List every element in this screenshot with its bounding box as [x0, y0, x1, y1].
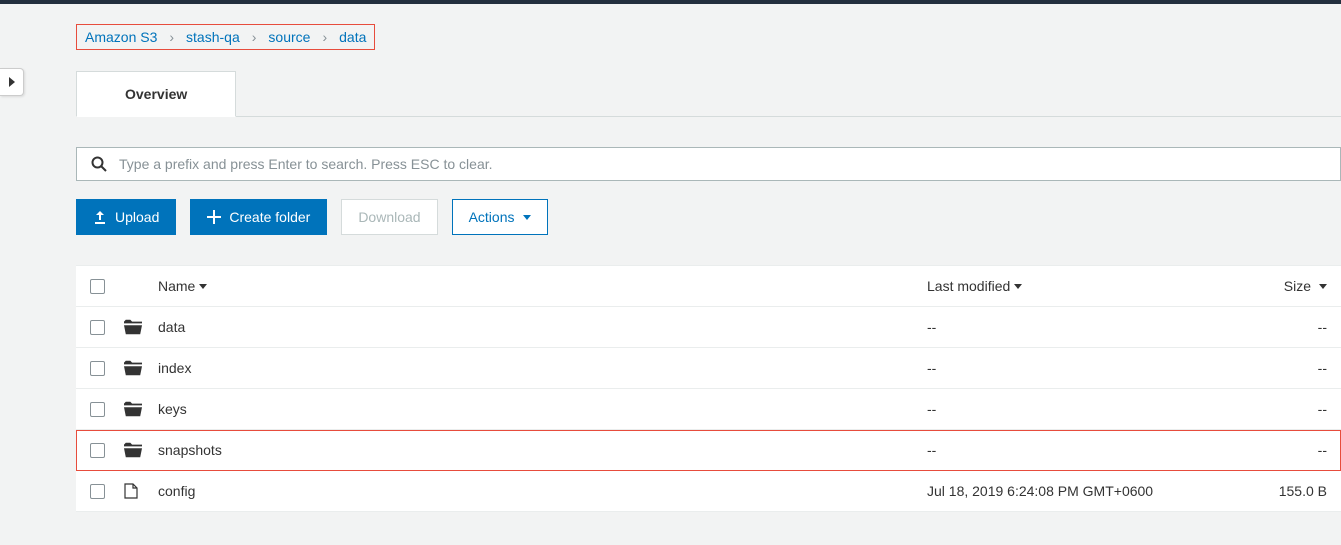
object-name[interactable]: keys	[158, 401, 187, 417]
plus-icon	[207, 210, 221, 224]
table-row[interactable]: config Jul 18, 2019 6:24:08 PM GMT+060015…	[76, 471, 1341, 512]
create-folder-button[interactable]: Create folder	[190, 199, 327, 235]
actions-label: Actions	[469, 209, 515, 225]
search-bar[interactable]	[76, 147, 1341, 181]
chevron-right-icon: ›	[322, 29, 327, 45]
size-cell: 155.0 B	[1247, 483, 1327, 499]
table-header: Name Last modified Size	[76, 265, 1341, 307]
chevron-right-icon: ›	[252, 29, 257, 45]
breadcrumb: Amazon S3 › stash-qa › source › data	[76, 24, 375, 50]
search-icon	[91, 156, 107, 172]
object-name[interactable]: snapshots	[158, 442, 222, 458]
table-row[interactable]: data ----	[76, 307, 1341, 348]
last-modified-cell: --	[927, 319, 1247, 335]
search-input[interactable]	[119, 156, 1326, 172]
file-icon	[124, 483, 158, 499]
caret-right-icon	[9, 77, 15, 87]
column-last-modified[interactable]: Last modified	[927, 278, 1247, 294]
chevron-down-icon	[523, 215, 531, 220]
breadcrumb-folder[interactable]: source	[268, 29, 310, 45]
size-cell: --	[1247, 360, 1327, 376]
download-button: Download	[341, 199, 437, 235]
sidebar-toggle[interactable]	[0, 68, 24, 96]
size-cell: --	[1247, 319, 1327, 335]
size-cell: --	[1247, 401, 1327, 417]
breadcrumb-root[interactable]: Amazon S3	[85, 29, 157, 45]
object-name[interactable]: config	[158, 483, 195, 499]
object-table: Name Last modified Size data----index---…	[76, 265, 1341, 512]
object-name[interactable]: index	[158, 360, 191, 376]
breadcrumb-current[interactable]: data	[339, 29, 366, 45]
table-row[interactable]: index ----	[76, 348, 1341, 389]
folder-icon	[124, 401, 158, 417]
tab-overview[interactable]: Overview	[76, 71, 236, 117]
last-modified-cell: Jul 18, 2019 6:24:08 PM GMT+0600	[927, 483, 1247, 499]
sort-icon	[199, 284, 207, 289]
download-label: Download	[358, 209, 420, 225]
row-checkbox[interactable]	[90, 484, 105, 499]
upload-button[interactable]: Upload	[76, 199, 176, 235]
create-folder-label: Create folder	[229, 209, 310, 225]
table-row[interactable]: keys ----	[76, 389, 1341, 430]
folder-icon	[124, 442, 158, 458]
folder-icon	[124, 319, 158, 335]
row-checkbox[interactable]	[90, 320, 105, 335]
size-cell: --	[1247, 442, 1327, 458]
column-size[interactable]: Size	[1247, 278, 1327, 294]
row-checkbox[interactable]	[90, 361, 105, 376]
row-checkbox[interactable]	[90, 443, 105, 458]
object-name[interactable]: data	[158, 319, 185, 335]
last-modified-cell: --	[927, 401, 1247, 417]
chevron-right-icon: ›	[169, 29, 174, 45]
sort-icon	[1014, 284, 1022, 289]
last-modified-cell: --	[927, 360, 1247, 376]
breadcrumb-bucket[interactable]: stash-qa	[186, 29, 240, 45]
folder-icon	[124, 360, 158, 376]
row-checkbox[interactable]	[90, 402, 105, 417]
actions-dropdown[interactable]: Actions	[452, 199, 548, 235]
upload-icon	[93, 210, 107, 224]
table-row[interactable]: snapshots ----	[76, 430, 1341, 471]
upload-label: Upload	[115, 209, 159, 225]
select-all-checkbox[interactable]	[90, 279, 105, 294]
column-name[interactable]: Name	[158, 278, 927, 294]
last-modified-cell: --	[927, 442, 1247, 458]
sort-icon	[1319, 284, 1327, 289]
